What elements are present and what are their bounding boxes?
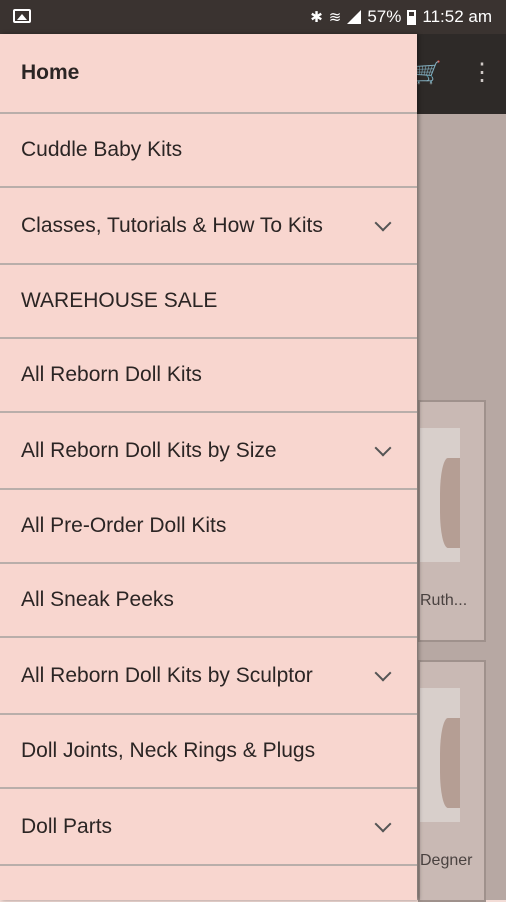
status-bar: ✱ ≋ 57% 11:52 am (0, 0, 506, 34)
menu-item-pre-order-kits[interactable]: All Pre-Order Doll Kits (0, 490, 417, 564)
menu-item-label: Doll Parts (21, 814, 113, 838)
menu-item-home[interactable]: Home (0, 34, 417, 114)
battery-percent: 57% (367, 7, 402, 26)
menu-item-label: All Reborn Doll Kits (21, 363, 202, 386)
image-icon (13, 9, 31, 23)
bluetooth-icon: ✱ (310, 9, 323, 26)
menu-item-doll-joints[interactable]: Doll Joints, Neck Rings & Plugs (0, 715, 417, 789)
signal-icon (347, 10, 362, 24)
menu-item-label: Cuddle Baby Kits (21, 138, 183, 161)
cart-icon[interactable]: 🛒 (414, 62, 441, 84)
product-card-label: Degner (420, 852, 473, 869)
menu-item-warehouse-sale[interactable]: WAREHOUSE SALE (0, 265, 417, 339)
menu-item-all-reborn-doll-kits[interactable]: All Reborn Doll Kits (0, 339, 417, 413)
chevron-down-icon[interactable] (374, 214, 392, 231)
product-card[interactable]: Ruth... (418, 400, 486, 642)
menu-item-label: All Reborn Doll Kits by Size (21, 438, 277, 462)
menu-item-label: All Sneak Peeks (21, 588, 174, 611)
wifi-icon: ≋ (328, 9, 342, 26)
status-icons: ✱ ≋ 57% 11:52 am (310, 7, 492, 27)
menu-item-label: WAREHOUSE SALE (21, 289, 218, 312)
menu-item-classes-tutorials[interactable]: Classes, Tutorials & How To Kits (0, 188, 417, 265)
menu-item-label: All Reborn Doll Kits by Sculptor (21, 663, 313, 687)
menu-item-cuddle-baby-kits[interactable]: Cuddle Baby Kits (0, 114, 417, 188)
product-image (420, 428, 460, 562)
menu-item-kits-by-size[interactable]: All Reborn Doll Kits by Size (0, 413, 417, 490)
battery-icon (407, 9, 417, 25)
menu-item-label: Home (21, 61, 80, 84)
menu-item-label: Doll Joints, Neck Rings & Plugs (21, 739, 316, 762)
menu-item-label: All Pre-Order Doll Kits (21, 514, 227, 537)
more-options-icon[interactable]: ⋮ (470, 61, 494, 85)
product-image (420, 688, 460, 822)
menu-item-doll-parts[interactable]: Doll Parts (0, 789, 417, 866)
product-card-label: Ruth... (420, 592, 468, 609)
product-card[interactable]: Degner (418, 660, 486, 902)
clock: 11:52 am (422, 7, 492, 26)
menu-item-sneak-peeks[interactable]: All Sneak Peeks (0, 564, 417, 638)
menu-item-kits-by-sculptor[interactable]: All Reborn Doll Kits by Sculptor (0, 638, 417, 715)
chevron-down-icon[interactable] (374, 439, 392, 456)
navigation-drawer: Home Cuddle Baby Kits Classes, Tutorials… (0, 34, 417, 900)
menu-item-label: Classes, Tutorials & How To Kits (21, 213, 323, 237)
chevron-down-icon[interactable] (374, 815, 392, 832)
chevron-down-icon[interactable] (374, 664, 392, 681)
